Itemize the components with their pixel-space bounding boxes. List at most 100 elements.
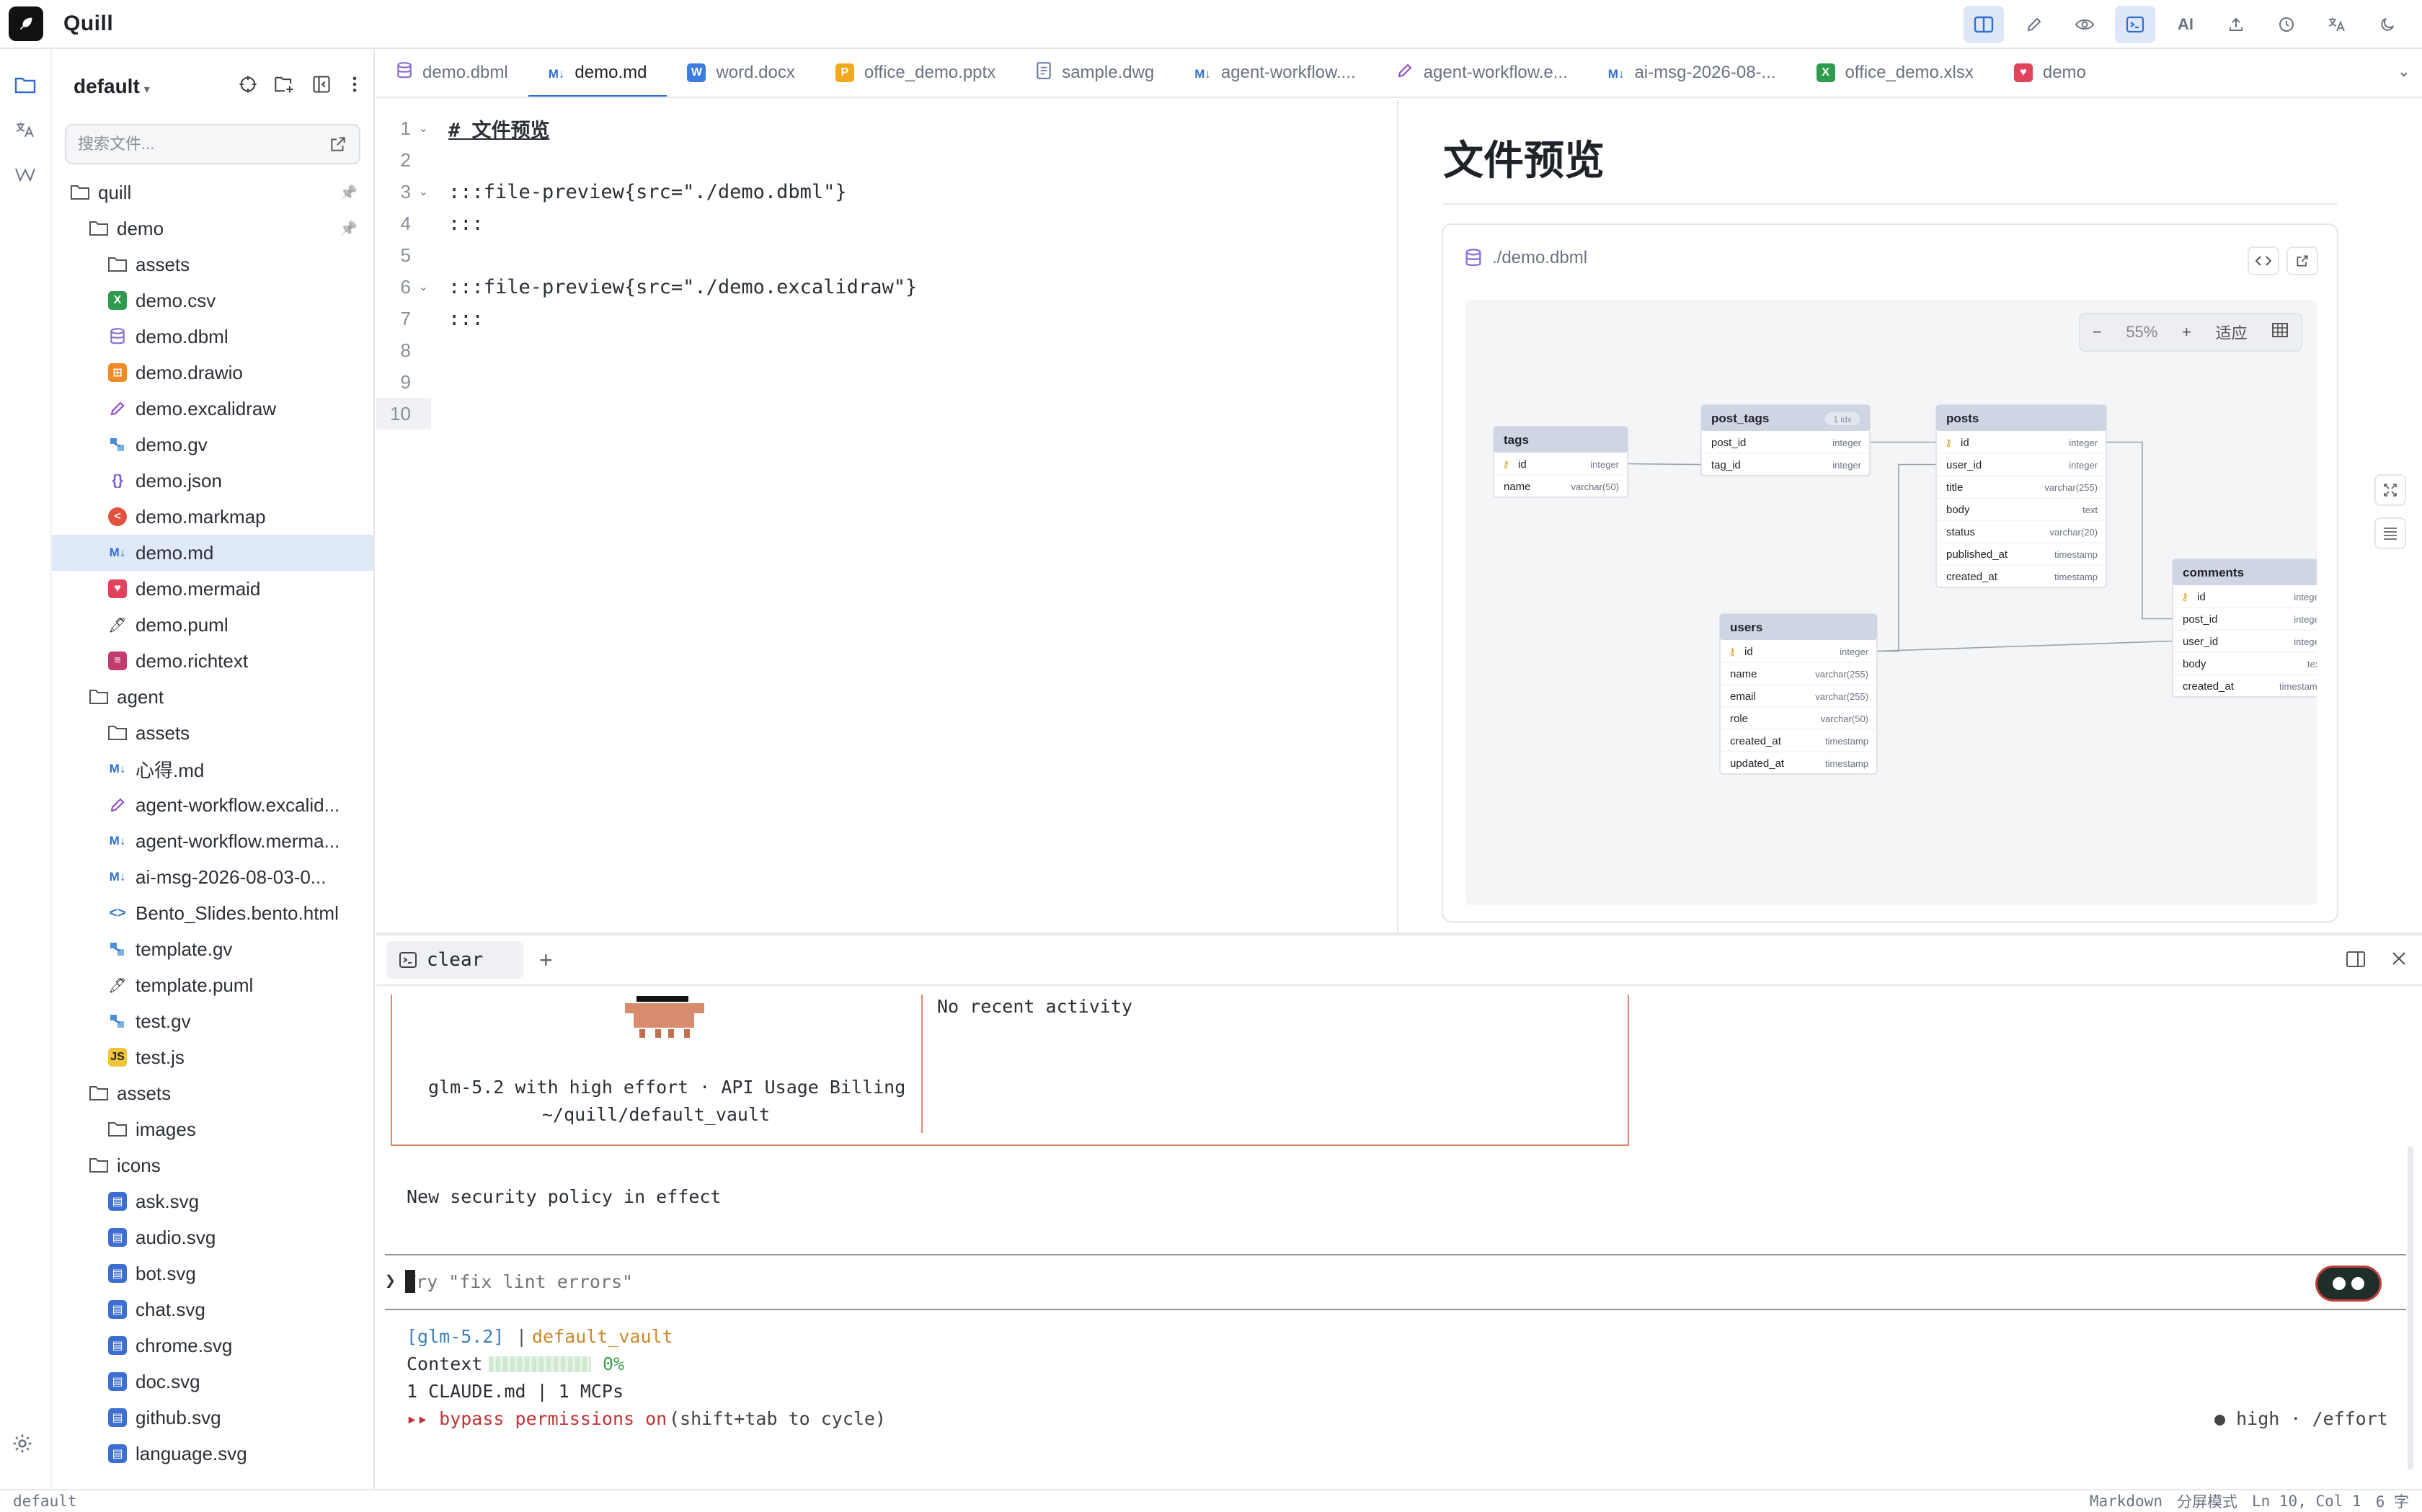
vault-selector[interactable]: default ▾ bbox=[74, 75, 150, 98]
tree-folder[interactable]: assets bbox=[52, 246, 373, 283]
dbml-table[interactable]: tags ⚷ id integer name varchar(50) bbox=[1493, 426, 1628, 498]
tree-file[interactable]: ▤ bot.svg bbox=[52, 1255, 373, 1291]
ai-button[interactable]: AI bbox=[2165, 6, 2206, 43]
tree-file[interactable]: ▤ doc.svg bbox=[52, 1364, 373, 1400]
zoom-in-button[interactable]: + bbox=[2182, 323, 2191, 342]
export-button[interactable] bbox=[2216, 6, 2256, 43]
status-view-mode[interactable]: 分屏模式 bbox=[2177, 1490, 2237, 1512]
close-terminal-button[interactable] bbox=[2390, 950, 2408, 974]
tree-file[interactable]: ≡ demo.richtext bbox=[52, 643, 373, 679]
column-name: name bbox=[1730, 668, 1757, 680]
tree-file[interactable]: ⊞ demo.drawio bbox=[52, 355, 373, 391]
prompt-input[interactable] bbox=[405, 1267, 1414, 1296]
tree-file[interactable]: < demo.markmap bbox=[52, 499, 373, 535]
fit-button[interactable]: 适应 bbox=[2216, 321, 2248, 344]
fullscreen-button[interactable] bbox=[2374, 474, 2406, 506]
tree-file[interactable]: Xdemo.csv bbox=[52, 283, 373, 319]
pin-icon[interactable]: 📌 bbox=[340, 184, 358, 202]
tree-file[interactable]: ▤ ask.svg bbox=[52, 1183, 373, 1219]
zoom-out-button[interactable]: − bbox=[2093, 323, 2102, 342]
editor-tab[interactable]: ♥ demo bbox=[1994, 49, 2106, 97]
editor-tab[interactable]: sample.dwg bbox=[1016, 49, 1174, 97]
code-area[interactable]: # 文件预览:::file-preview{src="./demo.dbml"}… bbox=[448, 99, 917, 430]
status-language[interactable]: Markdown bbox=[2090, 1493, 2162, 1510]
fold-chevron-icon[interactable]: ⌄ bbox=[419, 121, 428, 135]
terminal-tab-clear[interactable]: clear bbox=[386, 941, 523, 979]
new-folder-button[interactable] bbox=[274, 74, 296, 99]
tree-folder[interactable]: quill 📌 bbox=[52, 174, 373, 210]
activity-wiki[interactable] bbox=[11, 160, 40, 189]
tree-file[interactable]: demo.dbml bbox=[52, 319, 373, 355]
open-file-button[interactable] bbox=[2286, 246, 2318, 275]
settings-button[interactable] bbox=[12, 1433, 33, 1459]
tree-file[interactable]: M↓ ai-msg-2026-08-03-0... bbox=[52, 859, 373, 895]
locate-file-button[interactable] bbox=[238, 74, 258, 99]
tree-folder[interactable]: assets bbox=[52, 1075, 373, 1111]
tree-file[interactable]: ▤ audio.svg bbox=[52, 1219, 373, 1255]
tree-file[interactable]: demo.excalidraw bbox=[52, 391, 373, 427]
editor-tab[interactable]: M↓ ai-msg-2026-08-... bbox=[1588, 49, 1796, 97]
open-external-icon[interactable] bbox=[329, 135, 347, 154]
grid-toggle-button[interactable] bbox=[2271, 322, 2289, 342]
tree-file[interactable]: 🖊 demo.puml bbox=[52, 607, 373, 643]
dbml-canvas[interactable]: tags ⚷ id integer name varchar(50) post_tags 1 … bbox=[1466, 300, 2317, 905]
tree-folder[interactable]: icons bbox=[52, 1147, 373, 1183]
terminal-output[interactable]: No recent activity glm-5.2 with high eff… bbox=[376, 987, 2422, 1490]
dbml-table[interactable]: post_tags 1 idxpost_id integertag_id intege… bbox=[1700, 404, 1871, 476]
editor-tab[interactable]: M↓ demo.md bbox=[528, 49, 667, 97]
editor-tab[interactable]: M↓ agent-workflow.... bbox=[1174, 49, 1375, 97]
markdown-editor[interactable]: 1 ⌄ 2 3 ⌄ 4 5 6 ⌄ 7 8 9 10 # 文件预览:::file-preview{src… bbox=[376, 99, 1398, 933]
tree-file[interactable]: test.gv bbox=[52, 1003, 373, 1039]
tree-file[interactable]: M↓ agent-workflow.merma... bbox=[52, 823, 373, 859]
more-options-button[interactable] bbox=[347, 74, 362, 99]
tree-file[interactable]: ▤ chat.svg bbox=[52, 1291, 373, 1328]
new-terminal-button[interactable]: + bbox=[539, 947, 553, 974]
tree-file[interactable]: template.gv bbox=[52, 931, 373, 967]
tree-file[interactable]: agent-workflow.excalid... bbox=[52, 787, 373, 823]
editor-tab[interactable]: agent-workflow.e... bbox=[1376, 49, 1588, 97]
tree-file[interactable]: M↓ demo.md bbox=[52, 535, 373, 571]
tree-file[interactable]: M↓ 心得.md bbox=[52, 751, 373, 787]
file-search-input[interactable] bbox=[78, 135, 329, 154]
translate-button[interactable] bbox=[2317, 6, 2357, 43]
theme-toggle-button[interactable] bbox=[2367, 6, 2408, 43]
pin-icon[interactable]: 📌 bbox=[340, 220, 358, 238]
history-button[interactable] bbox=[2266, 6, 2307, 43]
collapse-sidebar-button[interactable] bbox=[311, 74, 332, 99]
tree-file[interactable]: {} demo.json bbox=[52, 463, 373, 499]
tree-file[interactable]: 🖊 template.puml bbox=[52, 967, 373, 1003]
tree-file[interactable]: JS test.js bbox=[52, 1039, 373, 1075]
folder-icon bbox=[108, 1122, 127, 1137]
edit-mode-button[interactable] bbox=[2014, 6, 2054, 43]
editor-tab[interactable]: Poffice_demo.pptx bbox=[815, 49, 1016, 97]
split-view-button[interactable] bbox=[1964, 6, 2004, 43]
editor-tab[interactable]: Wword.docx bbox=[667, 49, 815, 97]
preview-mode-button[interactable] bbox=[2064, 6, 2105, 43]
outline-button[interactable] bbox=[2374, 517, 2406, 549]
tree-file[interactable]: <> Bento_Slides.bento.html bbox=[52, 895, 373, 931]
terminal-scrollbar[interactable] bbox=[2408, 1146, 2413, 1470]
dbml-table[interactable]: comments⚷idintegerpost_idintegeruser_idi… bbox=[2172, 559, 2317, 698]
tree-folder[interactable]: agent bbox=[52, 679, 373, 715]
activity-translate[interactable] bbox=[11, 115, 40, 144]
tree-file[interactable]: ▤ language.svg bbox=[52, 1436, 373, 1472]
tree-file[interactable]: ▤ github.svg bbox=[52, 1400, 373, 1436]
activity-files[interactable] bbox=[11, 71, 40, 99]
terminal-button[interactable] bbox=[2115, 6, 2155, 43]
editor-tab[interactable]: demo.dbml bbox=[376, 49, 528, 97]
agent-avatar[interactable] bbox=[2315, 1266, 2382, 1302]
tree-folder[interactable]: images bbox=[52, 1111, 373, 1147]
tree-file[interactable]: ♥ demo.mermaid bbox=[52, 571, 373, 607]
tree-folder[interactable]: assets bbox=[52, 715, 373, 751]
fold-chevron-icon[interactable]: ⌄ bbox=[419, 280, 428, 294]
fold-chevron-icon[interactable]: ⌄ bbox=[419, 184, 428, 199]
view-source-button[interactable] bbox=[2248, 246, 2279, 275]
tree-file[interactable]: demo.gv bbox=[52, 427, 373, 463]
split-terminal-button[interactable] bbox=[2346, 950, 2366, 974]
dbml-table[interactable]: users ⚷ id integer name varchar(255) email varc… bbox=[1719, 613, 1878, 775]
dbml-table[interactable]: posts ⚷ id integer user_id integer title varcha… bbox=[1935, 404, 2107, 588]
tree-file[interactable]: ▤ chrome.svg bbox=[52, 1328, 373, 1364]
tree-folder[interactable]: demo 📌 bbox=[52, 210, 373, 246]
tabs-overflow-icon[interactable]: ⌄ bbox=[2392, 62, 2415, 81]
editor-tab[interactable]: Xoffice_demo.xlsx bbox=[1796, 49, 1994, 97]
